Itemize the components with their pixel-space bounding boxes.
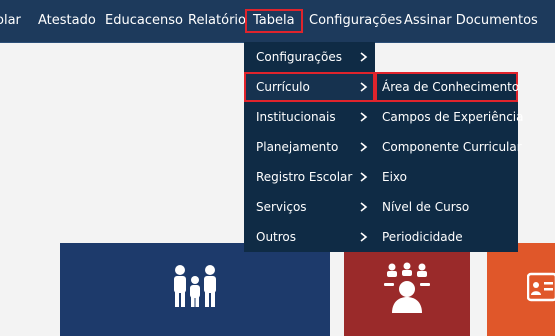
menu-item-label: Configurações bbox=[256, 50, 342, 64]
curriculo-submenu: Área de Conhecimento Campos de Experiênc… bbox=[375, 72, 524, 252]
menu-item-label: Serviços bbox=[256, 200, 307, 214]
menu-item-label: Planejamento bbox=[256, 140, 339, 154]
chevron-right-icon bbox=[359, 102, 369, 132]
menu-item-registro-escolar[interactable]: Registro Escolar bbox=[244, 162, 375, 192]
submenu-item-label: Periodicidade bbox=[382, 230, 463, 244]
id-card-icon bbox=[527, 272, 555, 302]
menu-item-label: Registro Escolar bbox=[256, 170, 353, 184]
chevron-right-icon bbox=[359, 42, 369, 72]
menu-item-label: Outros bbox=[256, 230, 297, 244]
top-navigation-bar: olar Atestado Educacenso Relatório Tabel… bbox=[0, 0, 555, 43]
chevron-right-icon bbox=[359, 162, 369, 192]
nav-item-atestado[interactable]: Atestado bbox=[38, 9, 96, 33]
submenu-item-eixo[interactable]: Eixo bbox=[375, 162, 518, 192]
submenu-item-label: Eixo bbox=[382, 170, 407, 184]
menu-item-label: Institucionais bbox=[256, 110, 336, 124]
tile-id-card[interactable] bbox=[487, 243, 555, 336]
chevron-right-icon bbox=[359, 222, 369, 252]
nav-item-relatorio[interactable]: Relatório bbox=[188, 9, 246, 33]
tile-students[interactable] bbox=[344, 243, 470, 336]
menu-item-institucionais[interactable]: Institucionais bbox=[244, 102, 375, 132]
menu-item-outros[interactable]: Outros bbox=[244, 222, 375, 252]
submenu-item-label: Área de Conhecimento bbox=[382, 80, 520, 94]
chevron-right-icon bbox=[359, 132, 369, 162]
nav-item-educacenso[interactable]: Educacenso bbox=[105, 9, 183, 33]
student-group-icon bbox=[384, 262, 430, 313]
nav-item-tabela[interactable]: Tabela bbox=[245, 9, 303, 33]
chevron-right-icon bbox=[359, 72, 369, 102]
submenu-item-componente-curricular[interactable]: Componente Curricular bbox=[375, 132, 522, 162]
nav-item-configuracoes[interactable]: Configurações bbox=[309, 9, 402, 33]
submenu-item-campos-de-experiencia[interactable]: Campos de Experiência bbox=[375, 102, 524, 132]
tabela-dropdown-menu: Configurações Currículo Institucionais P… bbox=[244, 42, 375, 252]
menu-item-configuracoes[interactable]: Configurações bbox=[244, 42, 375, 72]
menu-item-planejamento[interactable]: Planejamento bbox=[244, 132, 375, 162]
nav-item-escolar[interactable]: olar bbox=[0, 9, 21, 33]
submenu-item-area-de-conhecimento[interactable]: Área de Conhecimento bbox=[375, 72, 520, 102]
nav-item-assinar-documentos[interactable]: Assinar Documentos bbox=[404, 9, 538, 33]
submenu-item-nivel-de-curso[interactable]: Nível de Curso bbox=[375, 192, 518, 222]
submenu-item-periodicidade[interactable]: Periodicidade bbox=[375, 222, 518, 252]
submenu-item-label: Componente Curricular bbox=[382, 140, 522, 154]
chevron-right-icon bbox=[359, 192, 369, 222]
menu-item-curriculo[interactable]: Currículo bbox=[244, 72, 375, 102]
submenu-item-label: Campos de Experiência bbox=[382, 110, 524, 124]
submenu-item-label: Nível de Curso bbox=[382, 200, 470, 214]
menu-item-servicos[interactable]: Serviços bbox=[244, 192, 375, 222]
tile-family[interactable] bbox=[60, 243, 330, 336]
family-icon bbox=[174, 265, 216, 307]
menu-item-label: Currículo bbox=[256, 80, 310, 94]
